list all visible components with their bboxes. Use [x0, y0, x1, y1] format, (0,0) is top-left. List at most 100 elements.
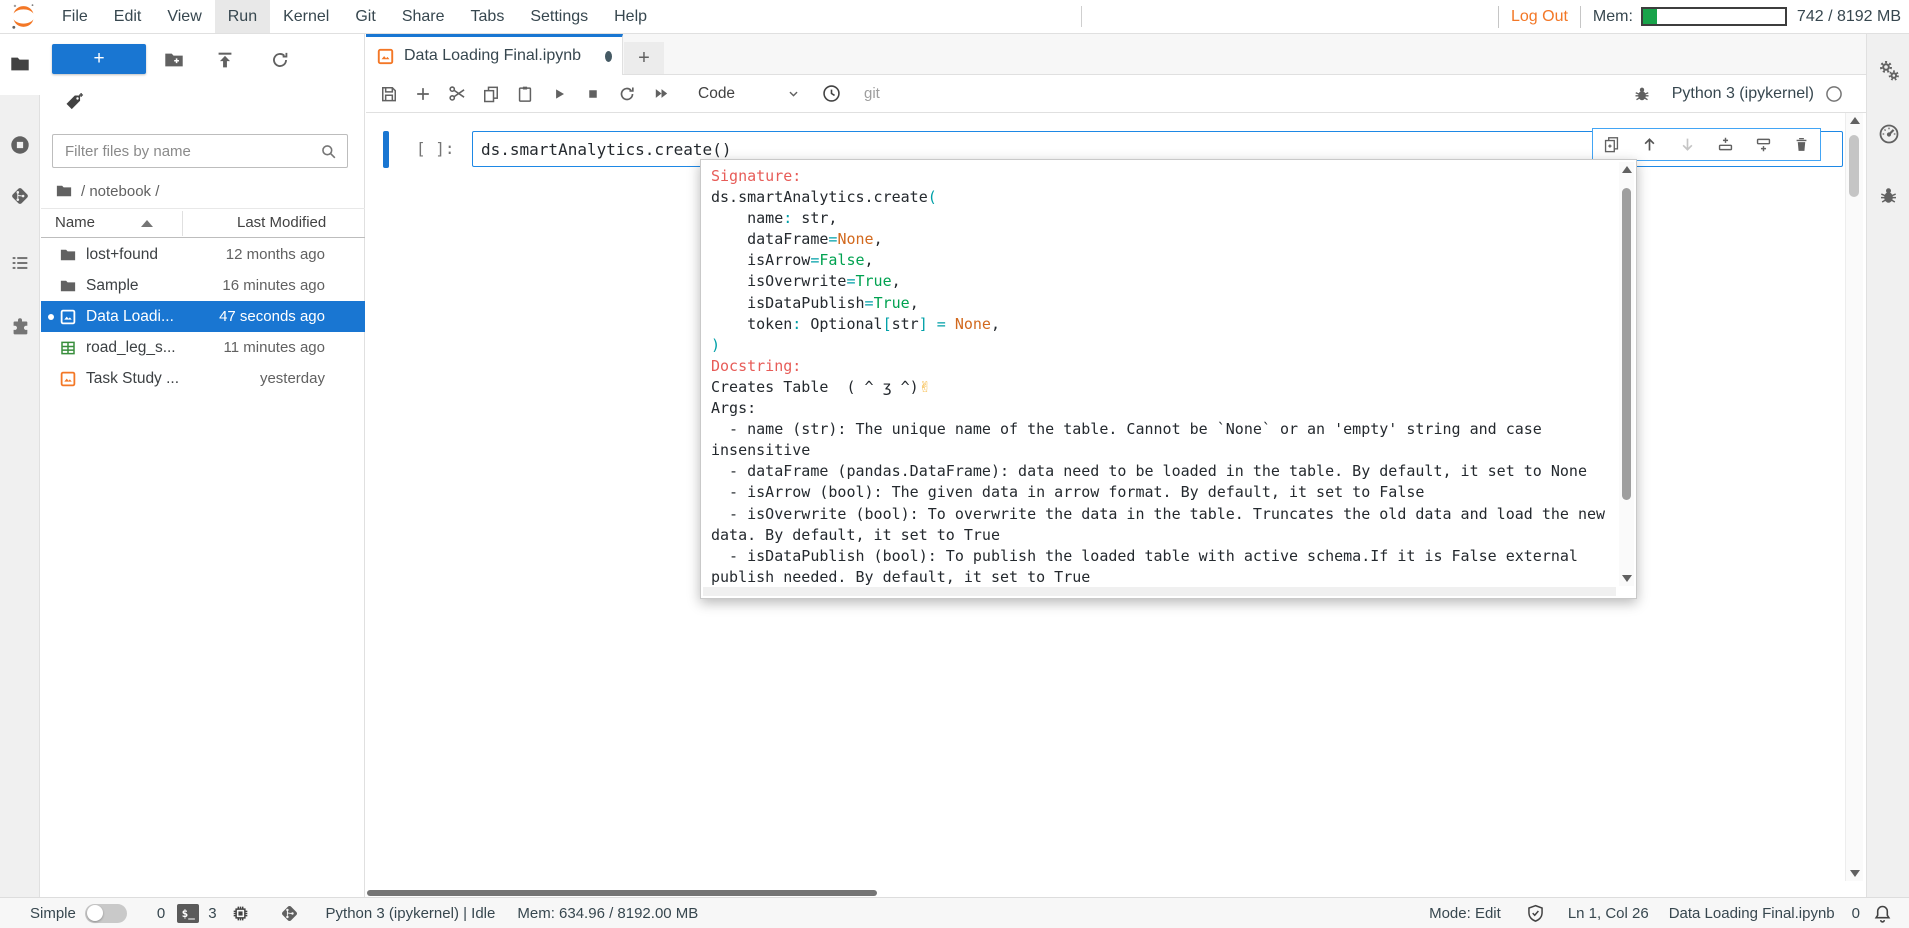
file-list: lost+found 12 months ago Sample 16 minut… [41, 239, 365, 394]
scroll-down-arrow-icon[interactable] [1850, 870, 1860, 877]
toolbar-kernel-group: Python 3 (ipykernel) [1632, 84, 1858, 104]
scrollbar-thumb[interactable] [1622, 188, 1631, 500]
cpu-chip-icon[interactable] [230, 903, 251, 924]
cell-type-value: Code [698, 85, 735, 103]
notebook-horizontal-scrollbar[interactable] [366, 889, 1866, 897]
debugger-tab[interactable] [1867, 175, 1909, 215]
git-status-label: git [864, 85, 880, 102]
insert-cell-above-icon[interactable] [1712, 132, 1738, 158]
file-browser-tab[interactable] [0, 44, 40, 84]
scroll-down-arrow-icon[interactable] [1622, 575, 1632, 582]
jupyter-logo-icon [10, 3, 37, 30]
cell-type-dropdown[interactable]: Code [698, 85, 802, 103]
notebook-vertical-scrollbar[interactable] [1845, 113, 1863, 881]
memory-usage-fill [1643, 9, 1657, 24]
copy-cells-button[interactable] [476, 80, 506, 108]
delete-cell-icon[interactable] [1788, 132, 1814, 158]
memory-usage-status: Mem: 634.96 / 8192.00 MB [517, 905, 698, 922]
scrollbar-thumb[interactable] [1849, 135, 1859, 197]
file-row-sample[interactable]: Sample 16 minutes ago [41, 270, 365, 301]
file-list-header: Name Last Modified [41, 208, 365, 238]
menu-item-help[interactable]: Help [601, 0, 660, 33]
tag-plus-icon[interactable] [63, 92, 84, 113]
cursor-position[interactable]: Ln 1, Col 26 [1568, 905, 1649, 922]
menu-item-run[interactable]: Run [215, 0, 270, 33]
menu-item-git[interactable]: Git [342, 0, 388, 33]
menu-item-tabs[interactable]: Tabs [458, 0, 518, 33]
terminals-count[interactable]: 0 [157, 905, 165, 922]
filter-files-input[interactable] [53, 143, 319, 160]
tooltip-vertical-scrollbar[interactable] [1619, 162, 1634, 586]
mem-label: Mem: [1593, 8, 1633, 26]
file-row-task-study[interactable]: Task Study ... yesterday [41, 363, 365, 394]
menu-item-settings[interactable]: Settings [517, 0, 601, 33]
shield-check-icon[interactable] [1525, 903, 1546, 924]
mode-indicator[interactable]: Mode: Edit [1429, 905, 1501, 922]
duplicate-cell-icon[interactable] [1599, 132, 1625, 158]
terminal-icon[interactable]: $_ [177, 904, 199, 923]
file-modified: 11 minutes ago [224, 339, 325, 356]
running-sessions-tab[interactable] [0, 125, 40, 165]
performance-monitor-tab[interactable] [1867, 114, 1909, 154]
interrupt-kernel-button[interactable] [578, 80, 608, 108]
extension-manager-tab[interactable] [0, 307, 40, 347]
move-cell-down-icon[interactable] [1675, 132, 1701, 158]
insert-cell-below-icon[interactable] [1750, 132, 1776, 158]
save-button[interactable] [374, 80, 404, 108]
new-launcher-button[interactable]: + [52, 44, 146, 74]
kernel-name-button[interactable]: Python 3 (ipykernel) [1672, 85, 1814, 103]
new-folder-icon[interactable] [163, 49, 185, 71]
menu-item-edit[interactable]: Edit [101, 0, 155, 33]
menubar-divider [1081, 6, 1082, 27]
paste-cells-button[interactable] [510, 80, 540, 108]
git-panel-tab[interactable] [0, 176, 40, 216]
scrollbar-thumb[interactable] [367, 890, 877, 896]
simple-mode-toggle[interactable] [85, 904, 127, 923]
breadcrumb[interactable]: / notebook / [55, 182, 159, 200]
file-row-data-loading-selected[interactable]: Data Loadi... 47 seconds ago [41, 301, 365, 332]
file-row-lost-found[interactable]: lost+found 12 months ago [41, 239, 365, 270]
menu-item-file[interactable]: File [49, 0, 101, 33]
cell-collapser[interactable] [383, 131, 389, 168]
refresh-icon[interactable] [269, 49, 291, 71]
run-cell-button[interactable] [544, 80, 574, 108]
property-inspector-tab[interactable] [1867, 51, 1909, 91]
logout-button[interactable]: Log Out [1511, 8, 1568, 26]
move-cell-up-icon[interactable] [1637, 132, 1663, 158]
main-dock-panel: Data Loading Final.ipynb + [366, 34, 1866, 897]
checkpoint-history-icon[interactable] [816, 80, 846, 108]
file-row-road-leg[interactable]: road_leg_s... 11 minutes ago [41, 332, 365, 363]
unsaved-changes-dot [605, 51, 612, 62]
table-of-contents-tab[interactable] [0, 243, 40, 283]
git-icon[interactable] [279, 903, 300, 924]
debugger-bug-icon[interactable] [1632, 84, 1652, 104]
insert-cell-button[interactable] [408, 80, 438, 108]
notifications-count[interactable]: 0 [1852, 905, 1860, 922]
file-name: Task Study ... [86, 370, 260, 388]
scroll-up-arrow-icon[interactable] [1850, 117, 1860, 124]
upload-icon[interactable] [214, 49, 236, 71]
unsaved-dot [48, 314, 54, 320]
file-modified: 12 months ago [226, 246, 325, 263]
kernel-status-text[interactable]: Python 3 (ipykernel) | Idle [326, 905, 496, 922]
menu-item-share[interactable]: Share [389, 0, 458, 33]
folder-icon [9, 53, 31, 75]
tooltip-horizontal-scrollbar[interactable] [703, 587, 1616, 596]
menu-item-kernel[interactable]: Kernel [270, 0, 342, 33]
puzzle-icon [9, 316, 31, 338]
plus-icon: + [638, 47, 650, 70]
toggle-knob [87, 905, 103, 921]
memory-usage-text: 742 / 8192 MB [1797, 8, 1901, 26]
cut-cells-button[interactable] [442, 80, 472, 108]
column-header-name[interactable]: Name [55, 214, 95, 231]
restart-run-all-button[interactable] [646, 80, 676, 108]
scroll-up-arrow-icon[interactable] [1622, 166, 1632, 173]
file-modified: 16 minutes ago [222, 277, 325, 294]
menu-item-view[interactable]: View [154, 0, 214, 33]
kernels-count[interactable]: 3 [208, 905, 216, 922]
column-header-last-modified[interactable]: Last Modified [237, 214, 326, 231]
tab-data-loading-final[interactable]: Data Loading Final.ipynb [366, 34, 623, 75]
new-tab-button[interactable]: + [624, 42, 664, 74]
restart-kernel-button[interactable] [612, 80, 642, 108]
bell-icon[interactable] [1872, 903, 1893, 924]
